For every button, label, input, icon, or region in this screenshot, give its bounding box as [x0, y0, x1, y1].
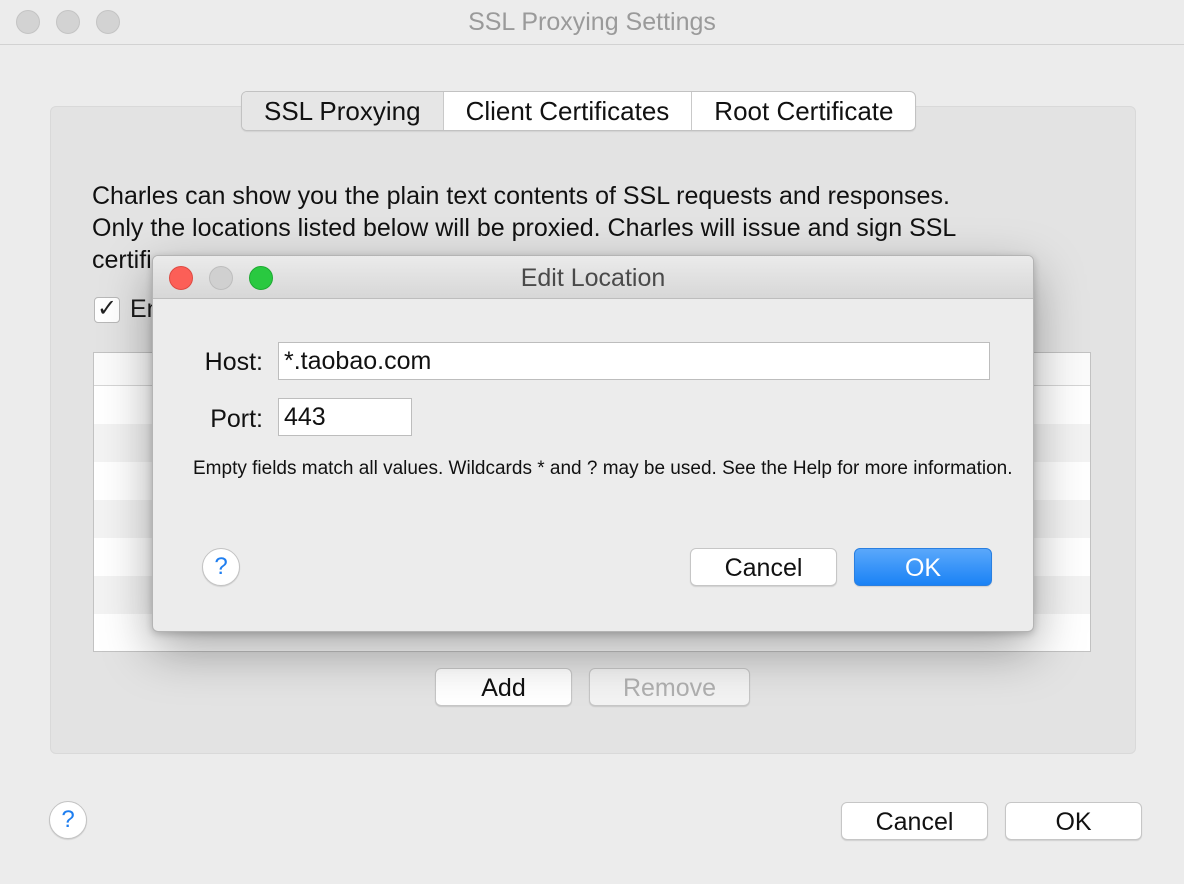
host-input[interactable]: *.taobao.com [278, 342, 990, 380]
checkmark-icon: ✓ [97, 294, 118, 322]
dialog-title: Edit Location [520, 264, 666, 292]
window-titlebar: SSL Proxying Settings [0, 0, 1184, 45]
dialog-cancel-button[interactable]: Cancel [690, 548, 837, 586]
dialog-titlebar: Edit Location [153, 256, 1033, 299]
window-title: SSL Proxying Settings [468, 8, 716, 36]
tab-ssl-proxying[interactable]: SSL Proxying [242, 92, 444, 130]
port-input[interactable]: 443 [278, 398, 412, 436]
host-label: Host: [204, 348, 263, 376]
dialog-help-button[interactable]: ? [202, 548, 240, 586]
tab-client-certificates[interactable]: Client Certificates [444, 92, 693, 130]
dialog-help-note: Empty fields match all values. Wildcards… [193, 458, 1013, 479]
help-button[interactable]: ? [49, 801, 87, 839]
ok-button[interactable]: OK [1005, 802, 1142, 840]
enable-ssl-proxying-row[interactable]: ✓ En [94, 295, 161, 324]
add-location-button[interactable]: Add [435, 668, 572, 706]
dialog-ok-button[interactable]: OK [854, 548, 992, 586]
enable-ssl-proxying-checkbox[interactable]: ✓ [94, 294, 120, 323]
remove-location-button[interactable]: Remove [589, 668, 750, 706]
description-line: Charles can show you the plain text cont… [92, 182, 950, 210]
port-label: Port: [210, 405, 263, 433]
tab-root-certificate[interactable]: Root Certificate [692, 92, 915, 130]
cancel-button[interactable]: Cancel [841, 802, 988, 840]
edit-location-dialog: Edit Location Host: *.taobao.com Port: 4… [152, 255, 1034, 632]
tab-bar: SSL Proxying Client Certificates Root Ce… [241, 91, 917, 131]
description-line: Only the locations listed below will be … [92, 214, 957, 242]
